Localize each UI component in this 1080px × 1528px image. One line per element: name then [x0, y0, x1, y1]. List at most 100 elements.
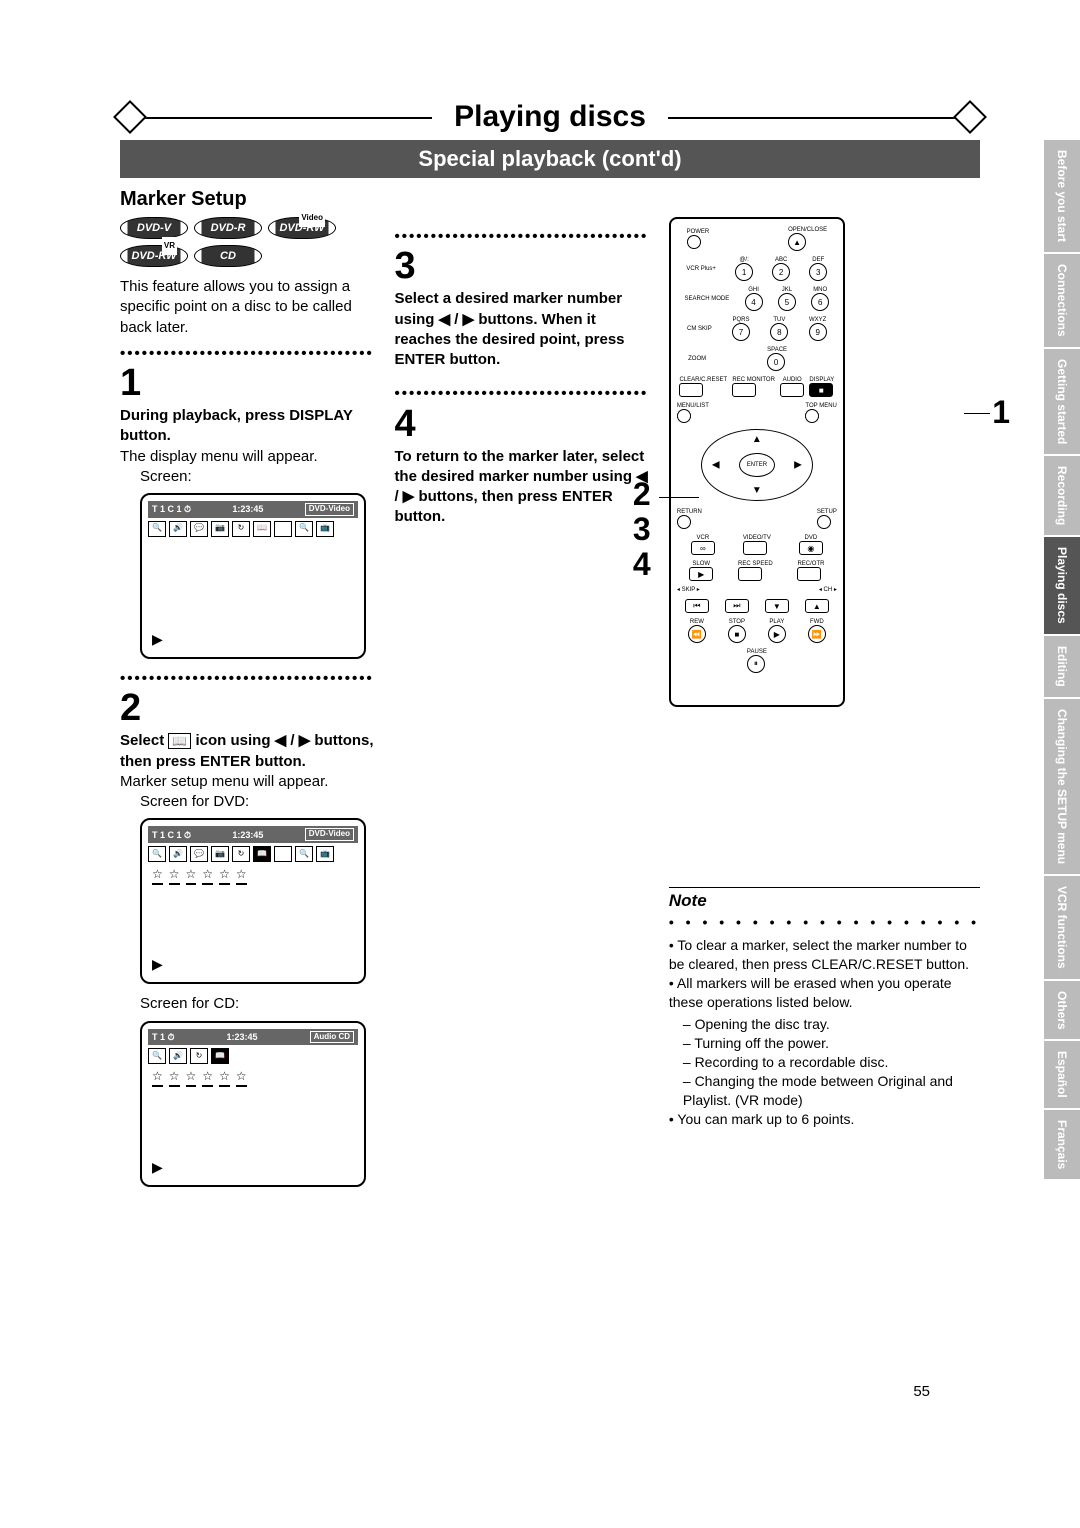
osd1-tag: DVD-Video	[305, 503, 354, 516]
video-tv-button[interactable]	[743, 541, 767, 555]
osd-screen-2: T 1 C 1 ⏱ 1:23:45 DVD-Video 🔍 🔊 💬 📷 ↻ 📖 …	[140, 818, 366, 984]
clear-button[interactable]	[679, 383, 703, 397]
osd-icon: ↻	[232, 846, 250, 862]
slow-button[interactable]: ▶	[689, 567, 713, 581]
side-tabs: Before you start Connections Getting sta…	[1044, 140, 1080, 1181]
note-item: To clear a marker, select the marker num…	[669, 936, 980, 974]
num-6[interactable]: 6	[811, 293, 829, 311]
play-button[interactable]: ▶	[768, 625, 786, 643]
left-column: DVD-V DVD-R DVD-RW DVD-RW CD This featur…	[120, 217, 378, 1197]
side-tab: Español	[1044, 1041, 1080, 1108]
badge-dvdrw-video: DVD-RW	[268, 217, 336, 239]
side-tab: Recording	[1044, 456, 1080, 535]
callout-left: 2 3 4	[633, 477, 651, 583]
step-2-instruction: Select 📖 icon using ◀ / ▶ buttons, then …	[120, 731, 378, 772]
osd-icon: 🔊	[169, 521, 187, 537]
side-tab: Français	[1044, 1110, 1080, 1179]
side-tab: Changing the SETUP menu	[1044, 699, 1080, 874]
osd-icon: 📷	[211, 521, 229, 537]
osd-icon: 📖	[211, 1048, 229, 1064]
num-8[interactable]: 8	[770, 323, 788, 341]
num-5[interactable]: 5	[778, 293, 796, 311]
play-icon: ▶	[152, 955, 163, 974]
step-3-instruction: Select a desired marker number using ◀ /…	[394, 289, 652, 370]
step-1-caption: Screen:	[140, 467, 378, 487]
side-tab-active: Playing discs	[1044, 537, 1080, 634]
dpad[interactable]: ▲ ▼ ◀ ▶ ENTER	[701, 429, 813, 501]
step-2-number: 2	[120, 689, 378, 727]
rec-monitor-button[interactable]	[732, 383, 756, 397]
osd-screen-1: T 1 C 1 ⏱ 1:23:45 DVD-Video 🔍 🔊 💬 📷 ↻ 📖 …	[140, 493, 366, 659]
num-9[interactable]: 9	[809, 323, 827, 341]
menu-list-button[interactable]	[677, 409, 691, 423]
osd-icon: 🔍	[148, 846, 166, 862]
middle-column: ••••••••••••••••••••••••••••••••••• 3 Se…	[394, 217, 652, 1197]
top-menu-button[interactable]	[805, 409, 819, 423]
osd-icon: 📺	[316, 521, 334, 537]
osd-icon: 💬	[190, 521, 208, 537]
step-2-caption-cd: Screen for CD:	[140, 994, 378, 1014]
step-2-caption-dvd: Screen for DVD:	[140, 792, 378, 812]
rec-speed-button[interactable]	[738, 567, 762, 581]
step-4-number: 4	[394, 405, 652, 443]
power-button[interactable]	[687, 235, 701, 249]
rew-button[interactable]: ⏪	[688, 625, 706, 643]
remote-control-diagram: POWER OPEN/CLOSE▲ VCR Plus+ @/:1 ABC2 DE…	[669, 217, 845, 707]
osd2-left: T 1 C 1 ⏱	[152, 829, 191, 841]
osd-icon: 📖	[253, 846, 271, 862]
osd2-tag: DVD-Video	[305, 828, 354, 841]
num-0[interactable]: 0	[767, 353, 785, 371]
open-close-button[interactable]: ▲	[788, 233, 806, 251]
vcr-button[interactable]: ∞	[691, 541, 715, 555]
pause-button[interactable]: ⏸	[747, 655, 765, 673]
stop-button[interactable]: ■	[728, 625, 746, 643]
side-tab: Others	[1044, 981, 1080, 1040]
fwd-button[interactable]: ⏩	[808, 625, 826, 643]
osd-icon: 📖	[253, 521, 271, 537]
setup-button[interactable]	[817, 515, 831, 529]
disc-badges: DVD-V DVD-R DVD-RW DVD-RW CD	[120, 217, 378, 267]
osd-icon: 📷	[211, 846, 229, 862]
osd3-left: T 1 ⏱	[152, 1031, 175, 1043]
separator-dots: •••••••••••••••••••••••••••••••••••	[394, 384, 652, 404]
num-2[interactable]: 2	[772, 263, 790, 281]
skip-back-button[interactable]: ⏮	[685, 599, 709, 613]
chapter-banner: Playing discs	[120, 100, 980, 134]
num-1[interactable]: 1	[735, 263, 753, 281]
callout-right: 1	[992, 395, 1010, 430]
osd-icon	[274, 846, 292, 862]
separator-dots: •••••••••••••••••••••••••••••••••••	[394, 227, 652, 247]
side-tab: Before you start	[1044, 140, 1080, 252]
display-button[interactable]: ■	[809, 383, 833, 397]
step-4-instruction: To return to the marker later, select th…	[394, 447, 652, 528]
osd-icon: ↻	[232, 521, 250, 537]
ch-up-button[interactable]: ▲	[805, 599, 829, 613]
side-tab: Connections	[1044, 254, 1080, 347]
note-subitem: Changing the mode between Original and P…	[683, 1072, 980, 1110]
osd-icon: 🔍	[295, 846, 313, 862]
osd3-tag: Audio CD	[310, 1031, 354, 1044]
rec-otr-button[interactable]	[797, 567, 821, 581]
osd-icon: 💬	[190, 846, 208, 862]
side-tab: Editing	[1044, 636, 1080, 697]
osd-icon: ↻	[190, 1048, 208, 1064]
badge-dvdv: DVD-V	[120, 217, 188, 239]
separator-dots: •••••••••••••••••••••••••••••••••••	[120, 669, 378, 689]
dvd-button[interactable]: ◉	[799, 541, 823, 555]
audio-button[interactable]	[780, 383, 804, 397]
chapter-title: Playing discs	[432, 100, 668, 134]
side-tab: VCR functions	[1044, 876, 1080, 979]
skip-fwd-button[interactable]: ⏭	[725, 599, 749, 613]
num-4[interactable]: 4	[745, 293, 763, 311]
ch-down-button[interactable]: ▼	[765, 599, 789, 613]
osd3-time: 1:23:45	[227, 1031, 258, 1043]
step-3-number: 3	[394, 247, 652, 285]
osd2-time: 1:23:45	[232, 829, 263, 841]
intro-text: This feature allows you to assign a spec…	[120, 277, 378, 338]
osd-icon: 🔊	[169, 846, 187, 862]
step-1-body: The display menu will appear.	[120, 447, 378, 467]
return-button[interactable]	[677, 515, 691, 529]
num-7[interactable]: 7	[732, 323, 750, 341]
num-3[interactable]: 3	[809, 263, 827, 281]
enter-button[interactable]: ENTER	[739, 453, 775, 477]
